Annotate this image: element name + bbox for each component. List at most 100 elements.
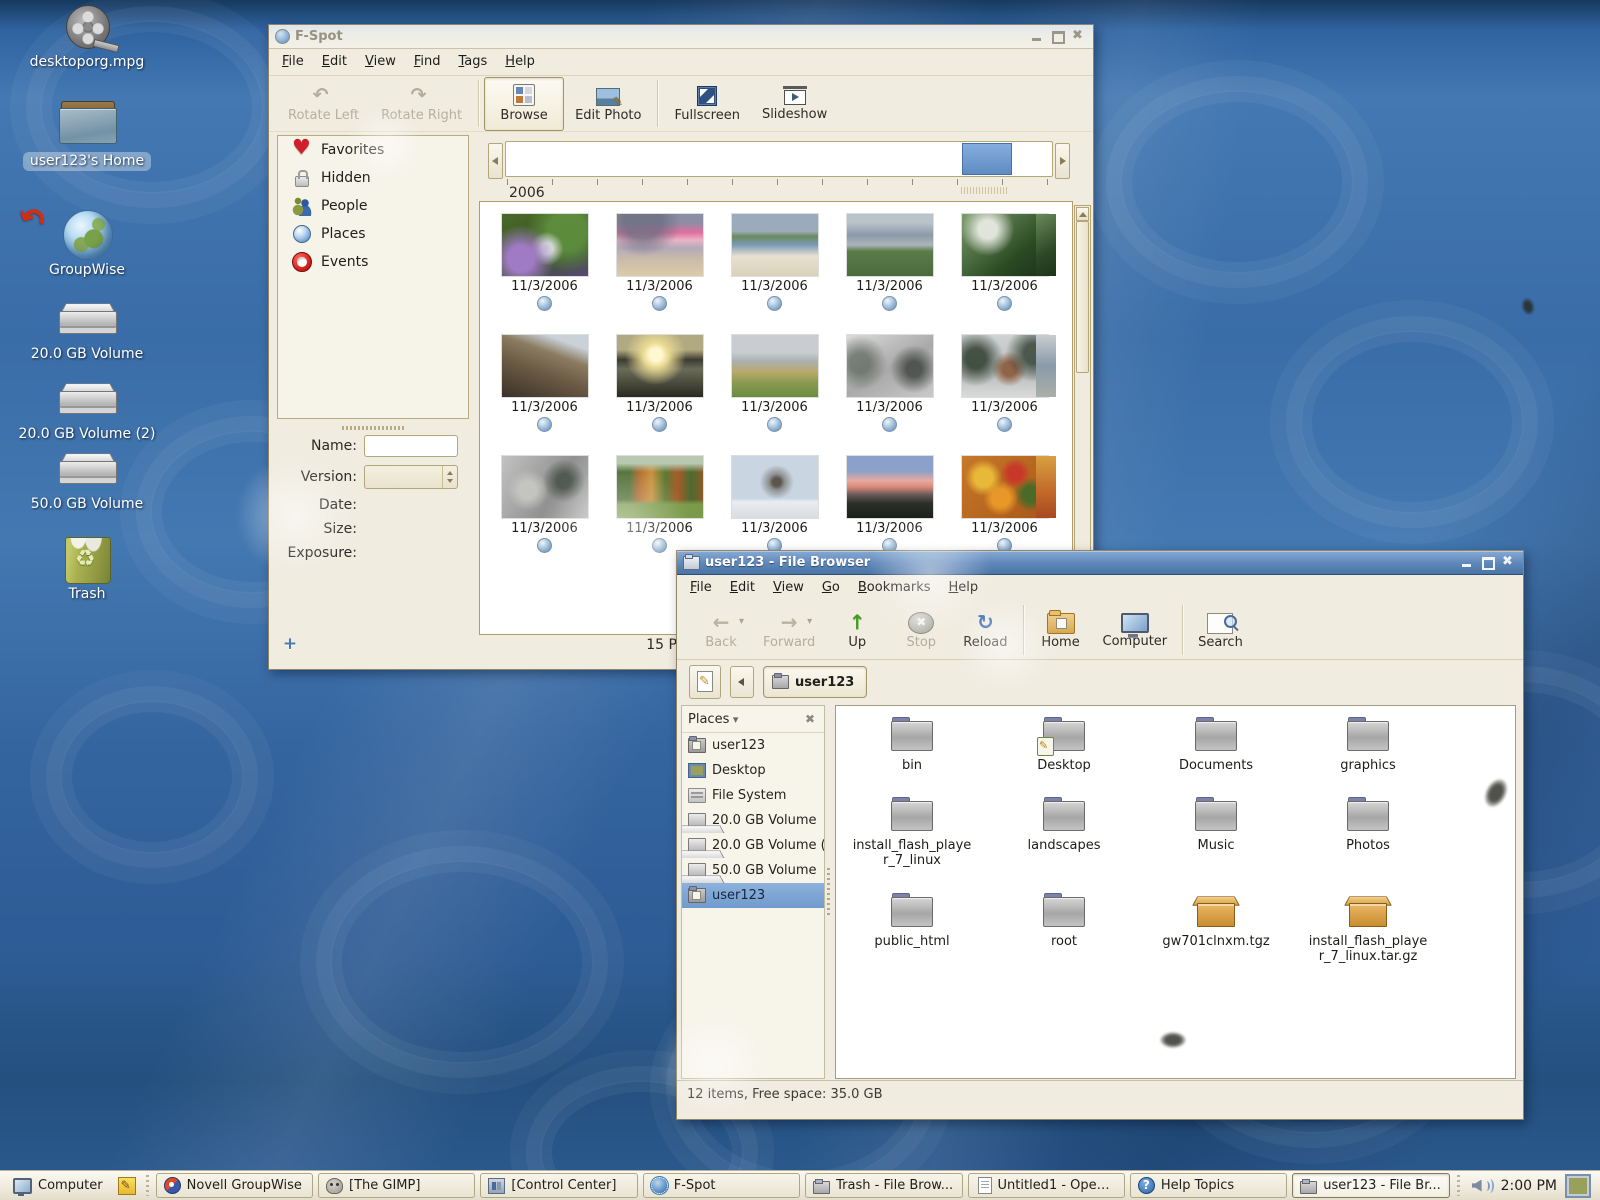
menu-item[interactable]: Help [940,576,988,599]
timeline-selection[interactable] [962,143,1012,175]
places-item[interactable]: 20.0 GB Volume (2) [682,833,824,858]
fspot-titlebar[interactable]: F-Spot [269,25,1093,49]
clock[interactable]: 2:00 PM [1501,1178,1557,1194]
menu-item[interactable]: Edit [313,50,356,73]
photo-thumbnail[interactable]: 11/3/2006 [602,214,717,335]
photo-thumbnail[interactable]: 11/3/2006 [487,335,602,456]
notes-applet-button[interactable] [115,1174,139,1197]
toolbar-button[interactable]: Computer [1093,603,1178,657]
taskbar-task[interactable]: Novell GroupWise [155,1173,314,1198]
menu-item[interactable]: View [356,50,405,73]
toolbar-button[interactable]: Slideshow [751,77,838,131]
menu-item[interactable]: Tags [449,50,496,73]
taskbar-drag-handle[interactable] [143,1175,151,1196]
sidebar-splitter[interactable] [277,423,467,432]
taskbar-task[interactable]: Trash - File Brow... [805,1173,963,1198]
timeline-bar[interactable] [505,141,1053,177]
file-icon[interactable]: graphics [1340,714,1396,794]
close-panel-icon[interactable] [802,711,818,727]
file-icon[interactable]: install_flash_player_7_linux.tar.gz [1307,890,1429,965]
taskbar-task[interactable]: [The GIMP] [318,1173,476,1198]
desktop-icon[interactable]: 50.0 GB Volume [12,442,162,513]
tray-drag-handle[interactable] [1454,1175,1462,1196]
menu-item[interactable]: Go [813,576,849,599]
toolbar-button[interactable]: Rotate Left [277,77,370,131]
file-icon[interactable]: root [1041,890,1087,965]
photo-thumbnail[interactable]: 11/3/2006 [487,456,602,577]
show-desktop-button[interactable] [1565,1173,1591,1198]
toolbar-button[interactable]: Up [825,603,889,657]
toolbar-button[interactable]: Stop [889,603,953,657]
close-button[interactable] [1501,554,1517,569]
scroll-up-icon[interactable] [1076,207,1089,221]
tag-item[interactable]: People [278,192,468,220]
taskbar-task[interactable]: user123 - File Br... [1292,1173,1450,1198]
toolbar-button[interactable]: Fullscreen [663,77,750,131]
tag-item[interactable]: Places [278,220,468,248]
desktop-icon[interactable]: GroupWise [12,208,162,279]
maximize-button[interactable] [1480,556,1496,570]
maximize-button[interactable] [1050,30,1066,44]
menu-item[interactable]: View [764,576,813,599]
places-item[interactable]: user123 [682,733,824,758]
file-icon[interactable]: landscapes [1028,794,1100,890]
file-icon[interactable]: Desktop [1037,714,1091,794]
desktop-icon[interactable]: Trash [12,532,162,603]
menu-item[interactable]: Find [405,50,450,73]
places-item[interactable]: 50.0 GB Volume [682,858,824,883]
tag-item[interactable]: Favorites [278,136,468,164]
tag-item[interactable]: Events [278,248,468,276]
photo-thumbnail[interactable]: 11/3/2006 [487,214,602,335]
places-item[interactable]: 20.0 GB Volume [682,808,824,833]
file-icon[interactable]: bin [889,714,935,794]
desktop-icon[interactable]: 20.0 GB Volume [12,292,162,363]
toolbar-button[interactable]: Home [1029,603,1093,657]
file-icon[interactable]: install_flash_player_7_linux [851,794,973,890]
menu-item[interactable]: Edit [721,576,764,599]
name-input[interactable] [364,435,458,457]
timeline-left-arrow[interactable] [488,143,503,179]
edit-location-button[interactable] [689,665,721,699]
close-button[interactable] [1071,28,1087,43]
toolbar-button[interactable]: Reload [953,603,1017,657]
places-item[interactable]: user123 [682,883,824,908]
places-item[interactable]: File System [682,783,824,808]
file-icon[interactable]: Photos [1345,794,1391,890]
version-dropdown[interactable] [364,465,458,489]
photo-thumbnail[interactable]: 11/3/2006 [717,214,832,335]
toolbar-button[interactable]: Edit Photo [564,77,652,131]
file-icon[interactable]: gw701clnxm.tgz [1162,890,1270,965]
menu-item[interactable]: File [273,50,313,73]
timeline-right-arrow[interactable] [1055,143,1070,179]
desktop-icon[interactable]: user123's Home [12,98,162,171]
toolbar-button[interactable]: Forward [753,603,825,657]
toolbar-button[interactable]: Rotate Right [370,77,473,131]
path-scroll-left-button[interactable] [730,666,754,698]
file-icon[interactable]: public_html [874,890,950,965]
photo-thumbnail[interactable]: 11/3/2006 [832,335,947,456]
menu-item[interactable]: Help [496,50,544,73]
photo-thumbnail[interactable]: 11/3/2006 [832,214,947,335]
path-button[interactable]: user123 [763,666,868,698]
desktop-icon[interactable]: desktoporg.mpg [12,0,162,71]
volume-icon[interactable] [1471,1177,1494,1195]
minimize-button[interactable] [1459,556,1475,569]
photo-thumbnail[interactable]: 11/3/2006 [717,335,832,456]
panel-resize-handle[interactable] [823,705,835,1079]
toolbar-button[interactable]: Back [689,603,753,657]
taskbar-task[interactable]: [Control Center] [480,1173,638,1198]
menu-item[interactable]: Bookmarks [849,576,940,599]
places-dropdown[interactable]: Places [688,712,802,727]
tag-item[interactable]: Hidden [278,164,468,192]
taskbar-task[interactable]: Help Topics [1129,1173,1288,1198]
file-browser-titlebar[interactable]: user123 - File Browser [677,551,1523,575]
toolbar-button[interactable]: Search [1188,603,1253,657]
file-icon[interactable]: Documents [1179,714,1253,794]
minimize-button[interactable] [1029,30,1045,43]
menu-item[interactable]: File [681,576,721,599]
computer-menu-button[interactable]: Computer [5,1174,111,1197]
taskbar-task[interactable]: Untitled1 - Open... [967,1173,1125,1198]
desktop-icon[interactable]: 20.0 GB Volume (2) [12,372,162,443]
scrollbar-thumb[interactable] [1076,221,1089,373]
places-item[interactable]: Desktop [682,758,824,783]
